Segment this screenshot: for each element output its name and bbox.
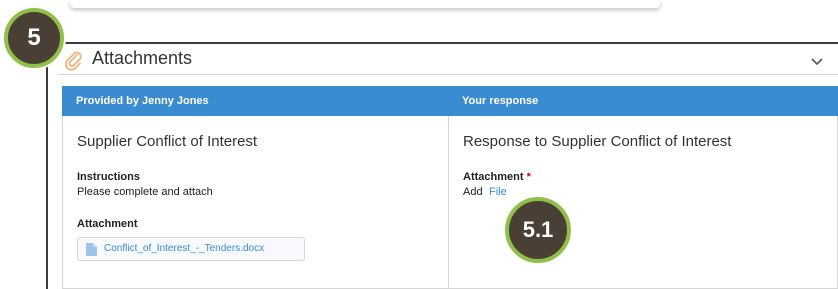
response-attachment-label: Attachment * [463,171,531,183]
paperclip-icon [65,51,82,71]
attached-file-chip[interactable]: Conflict_of_Interest_-_Tenders.docx [77,237,305,261]
attachments-table: Provided by Jenny Jones Your response Su… [62,86,838,289]
instructions-label: Instructions [77,171,140,183]
table-header-row: Provided by Jenny Jones Your response [62,86,838,116]
callout-frame-left [46,42,48,289]
provided-attachment-label: Attachment [77,218,138,230]
add-text: Add [463,186,483,198]
response-attachment-label-text: Attachment [463,171,524,183]
instructions-text: Please complete and attach [77,186,213,198]
provided-title: Supplier Conflict of Interest [77,133,258,150]
response-title: Response to Supplier Conflict of Interes… [463,133,732,150]
required-marker: * [526,171,531,183]
document-icon [86,243,97,256]
step-badge-5-1-label: 5.1 [522,217,554,242]
attachments-section: Attachments Provided by Jenny Jones Your… [58,44,838,289]
previous-card-edge [70,0,660,8]
section-title: Attachments [92,48,193,68]
response-column: Response to Supplier Conflict of Interes… [448,116,838,289]
attachments-section-header[interactable]: Attachments [58,44,838,75]
attached-file-name[interactable]: Conflict_of_Interest_-_Tenders.docx [104,243,264,254]
step-badge-5: 5 [4,8,64,68]
step-badge-5-1: 5.1 [505,197,571,263]
add-file-link[interactable]: File [489,186,507,198]
column-header-provided: Provided by Jenny Jones [76,95,209,107]
chevron-down-icon[interactable] [810,56,824,66]
column-header-response: Your response [462,95,539,107]
step-badge-5-label: 5 [27,24,41,51]
provided-column: Supplier Conflict of Interest Instructio… [62,116,449,289]
